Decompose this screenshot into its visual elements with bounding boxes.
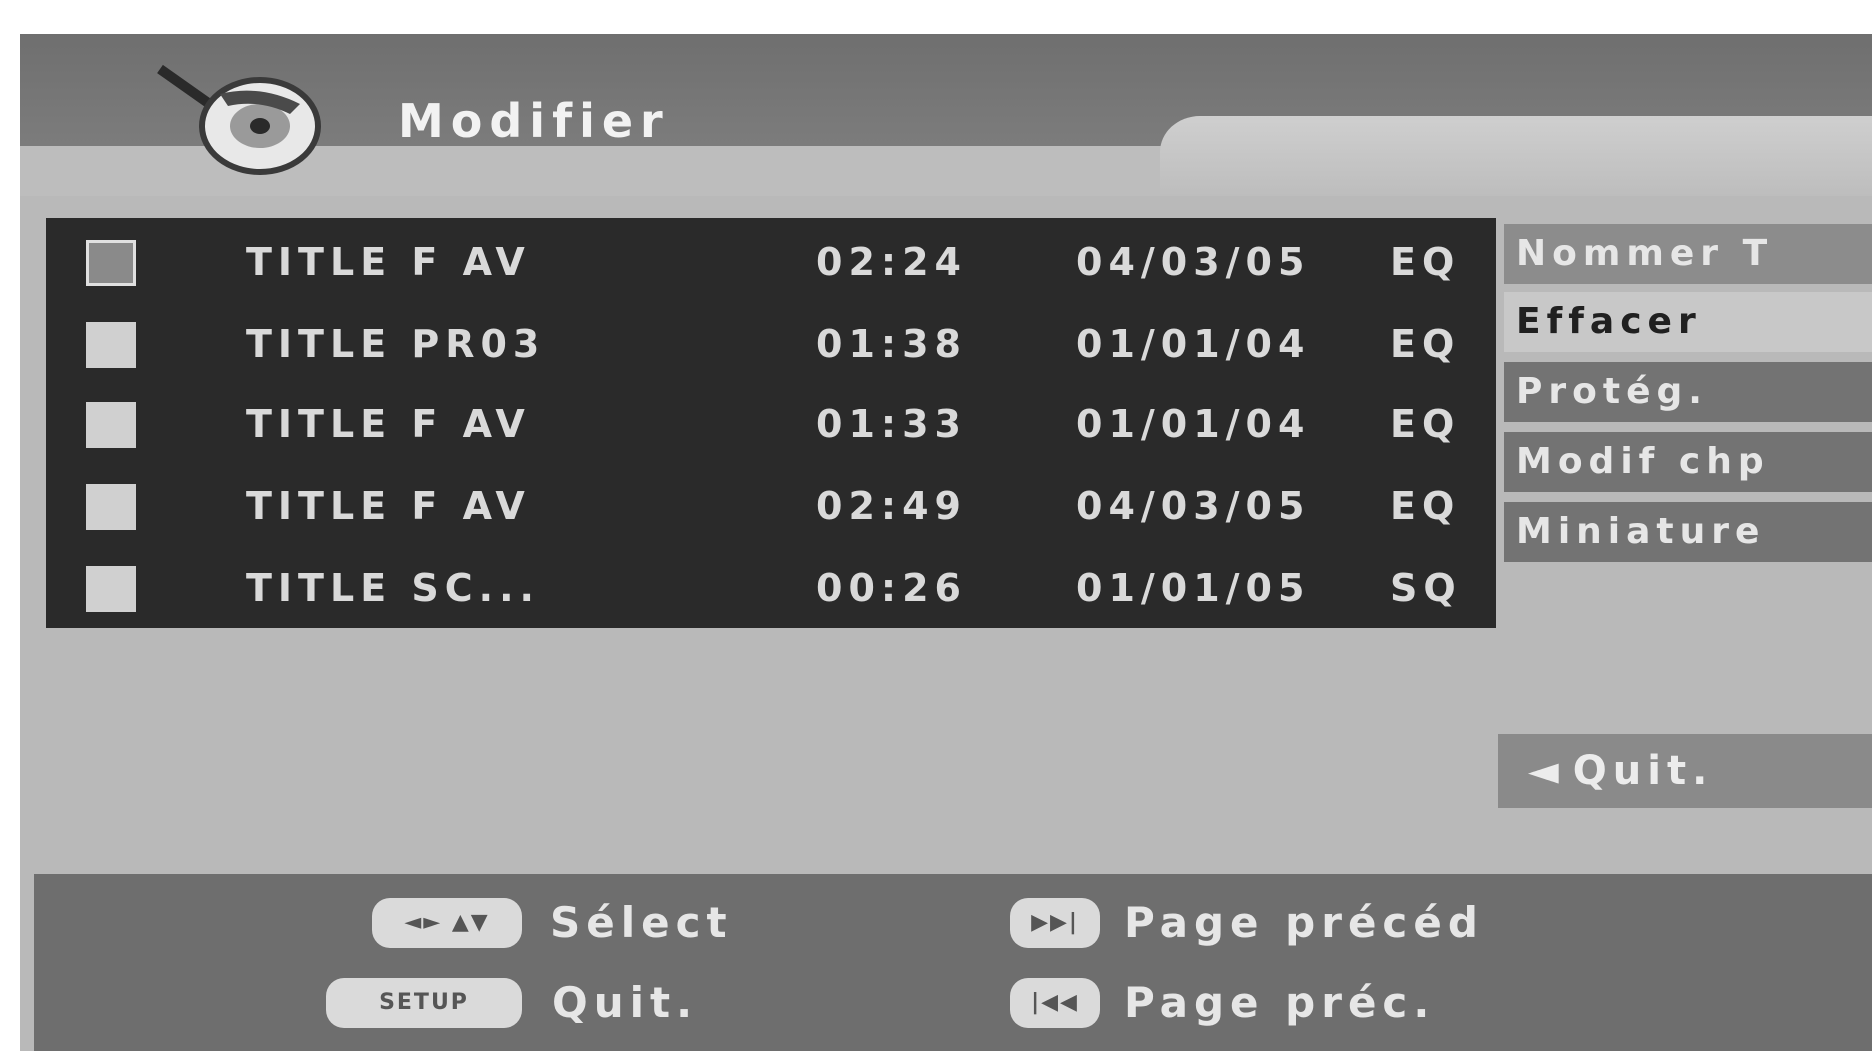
title-duration: 01:38 [816, 322, 967, 366]
checkbox[interactable] [86, 322, 136, 368]
checkbox[interactable] [86, 566, 136, 612]
arrow-keys-icon: ◄► ▲▼ [372, 898, 522, 948]
prev-page-key-icon: |◀◀ [1010, 978, 1100, 1028]
title-quality: SQ [1390, 566, 1462, 610]
title-date: 01/01/04 [1076, 322, 1311, 366]
menu-item-effacer[interactable]: Effacer [1504, 292, 1872, 352]
title-duration: 02:24 [816, 240, 967, 284]
menu-item-protege[interactable]: Protég. [1504, 362, 1872, 422]
next-page-hint: Page précéd [1124, 898, 1484, 947]
title-quality: EQ [1390, 240, 1461, 284]
list-item[interactable]: TITLE F AV 02:49 04/03/05 EQ [46, 466, 1496, 548]
next-page-key-icon: ▶▶| [1010, 898, 1100, 948]
header-tab [1160, 116, 1872, 196]
list-item[interactable]: TITLE F AV 01:33 01/01/04 EQ [46, 384, 1496, 466]
quit-label: Quit. [1572, 748, 1714, 794]
title-date: 04/03/05 [1076, 240, 1311, 284]
title-duration: 01:33 [816, 402, 967, 446]
checkbox[interactable] [86, 240, 136, 286]
checkbox[interactable] [86, 484, 136, 530]
title-duration: 02:49 [816, 484, 967, 528]
prev-page-hint: Page préc. [1124, 978, 1436, 1027]
title-date: 01/01/04 [1076, 402, 1311, 446]
title-name: TITLE PR03 [246, 322, 546, 366]
disc-icon [157, 64, 321, 175]
title-quality: EQ [1390, 402, 1461, 446]
footer-hints: ◄► ▲▼ Sélect SETUP Quit. ▶▶| Page précéd… [34, 874, 1872, 1051]
checkbox[interactable] [86, 402, 136, 448]
title-name: TITLE F AV [246, 240, 531, 284]
title-date: 04/03/05 [1076, 484, 1311, 528]
title-date: 01/01/05 [1076, 566, 1311, 610]
title-duration: 00:26 [816, 566, 967, 610]
menu-item-miniature[interactable]: Miniature [1504, 502, 1872, 562]
menu-item-modif-chp[interactable]: Modif chp [1504, 432, 1872, 492]
title-quality: EQ [1390, 322, 1461, 366]
title-name: TITLE F AV [246, 402, 531, 446]
menu-item-nommer-t[interactable]: Nommer T [1504, 224, 1872, 284]
title-quality: EQ [1390, 484, 1461, 528]
select-hint: Sélect [550, 898, 733, 947]
title-list: TITLE F AV 02:24 04/03/05 EQ TITLE PR03 … [46, 218, 1496, 628]
list-item[interactable]: TITLE F AV 02:24 04/03/05 EQ [46, 222, 1496, 304]
setup-key-icon: SETUP [326, 978, 522, 1028]
list-item[interactable]: TITLE SC... 00:26 01/01/05 SQ [46, 548, 1496, 630]
quit-hint: Quit. [552, 978, 699, 1027]
title-name: TITLE SC... [246, 566, 540, 610]
page-title: Modifier [398, 94, 670, 148]
quit-button[interactable]: ◄ Quit. [1498, 734, 1872, 808]
dvd-screen: Modifier TITLE F AV 02:24 04/03/05 EQ TI… [20, 34, 1872, 1051]
left-arrow-icon: ◄ [1528, 748, 1565, 794]
list-item[interactable]: TITLE PR03 01:38 01/01/04 EQ [46, 304, 1496, 386]
title-name: TITLE F AV [246, 484, 531, 528]
